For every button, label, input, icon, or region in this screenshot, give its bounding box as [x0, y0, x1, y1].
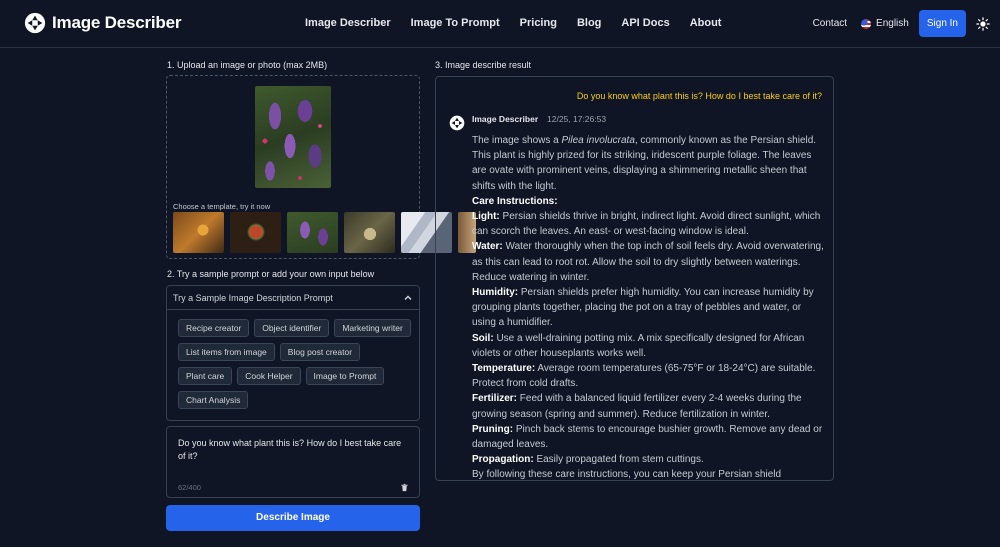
upload-step-label: 1. Upload an image or photo (max 2MB)	[167, 60, 328, 70]
care-pruning: Pruning: Pinch back stems to encourage b…	[472, 423, 823, 451]
bot-name: Image Describer	[472, 114, 539, 124]
care-light: Light: Persian shields thrive in bright,…	[472, 211, 821, 238]
care-soil: Soil: Use a well-draining potting mix. A…	[472, 332, 805, 359]
tag-list-items[interactable]: List items from image	[178, 343, 275, 361]
language-selector[interactable]: English	[861, 18, 909, 29]
describe-image-button[interactable]: Describe Image	[166, 505, 420, 531]
description-answer: The image shows a Pilea involucrata, com…	[472, 133, 826, 481]
user-question: Do you know what plant this is? How do I…	[576, 91, 822, 101]
aperture-icon	[24, 12, 46, 34]
care-water: Water: Water thoroughly when the top inc…	[472, 241, 824, 283]
prompt-input[interactable]: Do you know what plant this is? How do I…	[166, 426, 420, 498]
template-thumb-food[interactable]	[173, 212, 224, 253]
care-propagation: Propagation: Easily propagated from stem…	[472, 454, 704, 466]
care-humidity: Humidity: Persian shields prefer high hu…	[472, 287, 814, 329]
tag-recipe-creator[interactable]: Recipe creator	[178, 319, 250, 337]
result-panel: Do you know what plant this is? How do I…	[435, 76, 834, 481]
sample-prompt-dropdown[interactable]: Try a Sample Image Description Prompt	[167, 286, 419, 310]
tag-cook-helper[interactable]: Cook Helper	[237, 367, 301, 385]
top-header: Image Describer Image Describer Image To…	[0, 0, 1000, 48]
prompt-step-label: 2. Try a sample prompt or add your own i…	[167, 269, 375, 279]
template-thumbnails	[173, 212, 476, 253]
uploaded-image-preview	[255, 86, 331, 188]
nav-about[interactable]: About	[690, 17, 722, 29]
message-timestamp: 12/25, 17:26:53	[547, 114, 607, 124]
tag-object-identifier[interactable]: Object identifier	[254, 319, 330, 337]
language-label: English	[876, 18, 909, 29]
care-temperature: Temperature: Average room temperatures (…	[472, 363, 816, 390]
upload-dropzone[interactable]: Choose a template, try it now	[166, 75, 476, 259]
tag-marketing-writer[interactable]: Marketing writer	[334, 319, 411, 337]
bot-avatar-icon	[449, 115, 465, 131]
us-flag-icon	[861, 18, 872, 29]
chevron-up-icon	[404, 295, 412, 300]
contact-link[interactable]: Contact	[813, 18, 847, 29]
care-fertilizer: Fertilizer: Feed with a balanced liquid …	[472, 393, 802, 420]
nav-api-docs[interactable]: API Docs	[621, 17, 669, 29]
trash-icon[interactable]	[400, 483, 409, 492]
nav-pricing[interactable]: Pricing	[520, 17, 557, 29]
sample-prompt-panel: Try a Sample Image Description Prompt Re…	[166, 285, 420, 421]
nav-image-to-prompt[interactable]: Image To Prompt	[411, 17, 500, 29]
character-counter: 62/400	[178, 483, 201, 492]
template-thumb-dish[interactable]	[230, 212, 281, 253]
tag-image-to-prompt[interactable]: Image to Prompt	[305, 367, 385, 385]
nav-image-describer[interactable]: Image Describer	[305, 17, 391, 29]
tag-chart-analysis[interactable]: Chart Analysis	[178, 391, 249, 409]
prompt-input-value: Do you know what plant this is? How do I…	[178, 438, 402, 461]
care-heading: Care Instructions:	[472, 195, 558, 207]
tag-plant-care[interactable]: Plant care	[178, 367, 233, 385]
sun-icon[interactable]	[976, 16, 990, 31]
nav-blog[interactable]: Blog	[577, 17, 601, 29]
header-actions: Contact English Sign In	[813, 10, 990, 37]
brand-logo[interactable]: Image Describer	[24, 12, 181, 34]
answer-intro: The image shows a Pilea involucrata, com…	[472, 135, 817, 192]
answer-closing: By following these care instructions, yo…	[472, 469, 782, 481]
sample-prompt-tags: Recipe creator Object identifier Marketi…	[178, 319, 414, 409]
tag-blog-post-creator[interactable]: Blog post creator	[279, 343, 361, 361]
template-thumb-plant[interactable]	[287, 212, 338, 253]
template-label: Choose a template, try it now	[173, 202, 271, 211]
result-step-label: 3. Image describe result	[435, 60, 532, 70]
main-nav: Image Describer Image To Prompt Pricing …	[305, 17, 721, 29]
template-thumb-object[interactable]	[344, 212, 395, 253]
brand-name: Image Describer	[52, 13, 182, 32]
sample-prompt-dropdown-label: Try a Sample Image Description Prompt	[173, 292, 333, 303]
sign-in-button[interactable]: Sign In	[918, 10, 966, 37]
